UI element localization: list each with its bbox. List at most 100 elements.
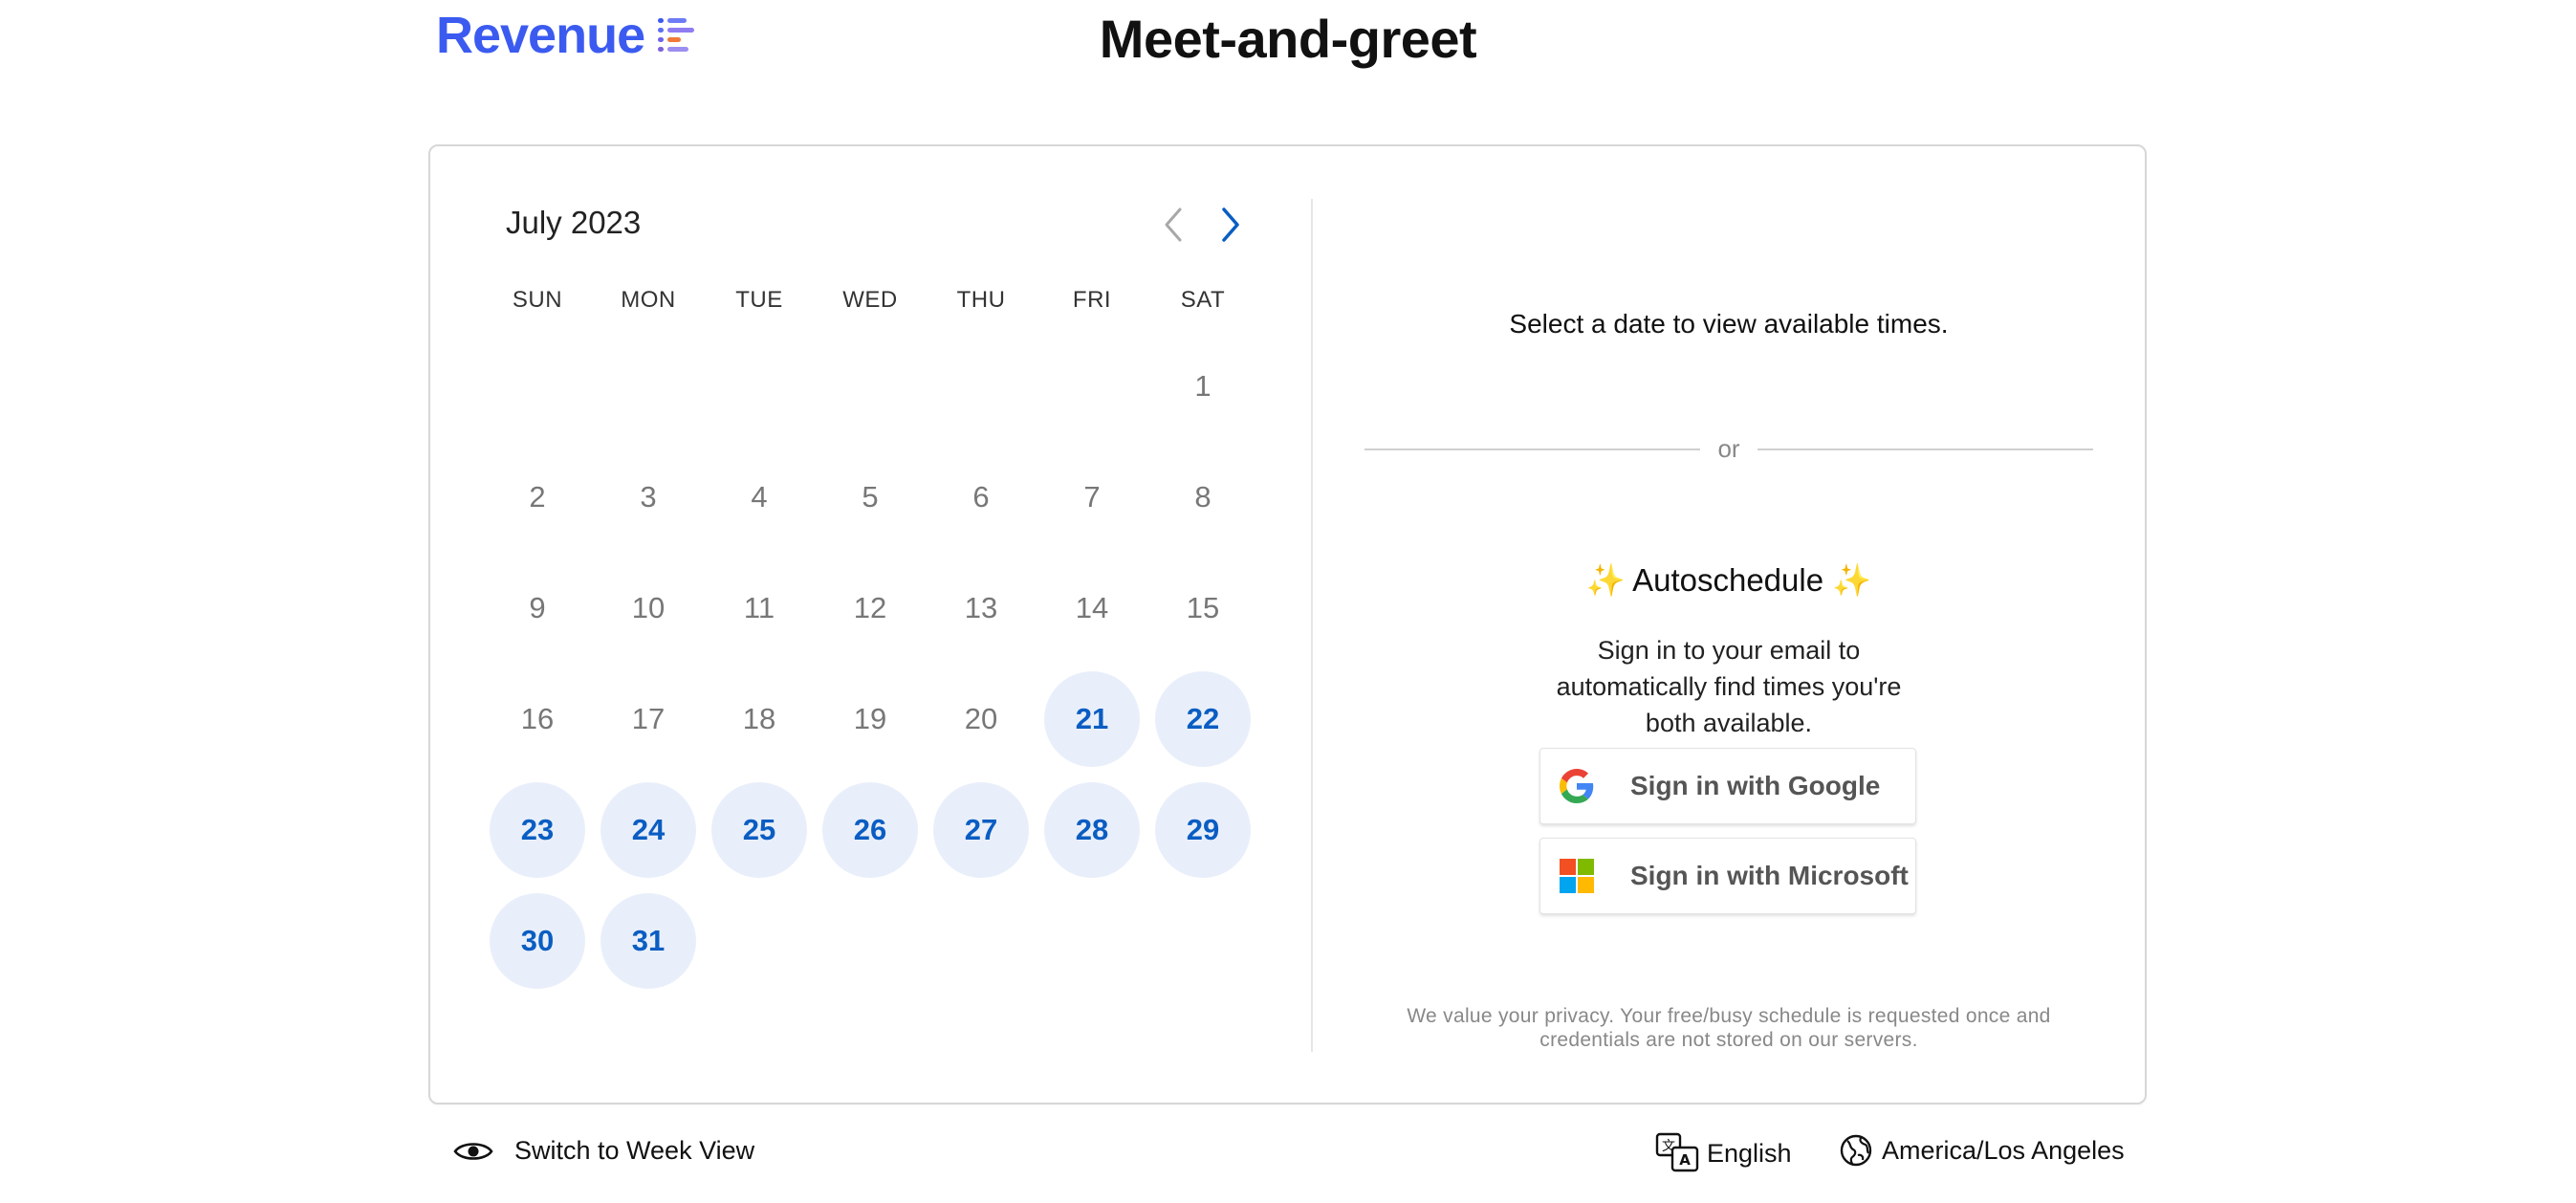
sparkles-icon: ✨ bbox=[1832, 562, 1872, 598]
calendar-day-number[interactable]: 25 bbox=[711, 782, 807, 878]
calendar-day-grid: 1 2 3 4 5 6 7 8 9 10 11 12 13 14 15 16 17 18 19 20 21 22 23 24 2… bbox=[482, 331, 1258, 996]
separator-line-left bbox=[1364, 448, 1701, 450]
calendar-day-number: 18 bbox=[742, 702, 776, 735]
autoschedule-description: Sign in to your email to automatically f… bbox=[1556, 636, 1902, 737]
next-month-button[interactable] bbox=[1207, 201, 1255, 249]
calendar-day-unavailable: 9 bbox=[482, 553, 593, 664]
calendar-day-number: 2 bbox=[529, 480, 546, 514]
privacy-notice: We value your privacy. Your free/busy sc… bbox=[1370, 1004, 2087, 1052]
calendar-day-available[interactable]: 21 bbox=[1037, 664, 1147, 775]
calendar-day-number: 16 bbox=[520, 702, 555, 735]
privacy-line-1: We value your privacy. Your free/busy sc… bbox=[1407, 1005, 2051, 1027]
sign-in-microsoft-button[interactable]: Sign in with Microsoft bbox=[1539, 838, 1916, 914]
calendar-day-unavailable: 10 bbox=[593, 553, 704, 664]
calendar-day-available[interactable]: 31 bbox=[593, 886, 704, 996]
weekday-label: SAT bbox=[1180, 287, 1226, 313]
calendar-day-number: 8 bbox=[1194, 480, 1212, 514]
calendar-day-number: 17 bbox=[631, 702, 666, 735]
calendar-day-number[interactable]: 29 bbox=[1155, 782, 1251, 878]
calendar-day-number[interactable]: 26 bbox=[822, 782, 918, 878]
calendar-day-number: 15 bbox=[1186, 591, 1220, 624]
language-selector[interactable]: 文 A English bbox=[1655, 1132, 1792, 1174]
calendar-day-number[interactable]: 27 bbox=[933, 782, 1029, 878]
calendar-day-number: 14 bbox=[1075, 591, 1109, 624]
weekday-label: WED bbox=[842, 287, 898, 313]
calendar-day-available[interactable]: 28 bbox=[1037, 775, 1147, 886]
weekday-label: SUN bbox=[512, 287, 563, 313]
sign-in-google-button[interactable]: Sign in with Google bbox=[1539, 748, 1916, 824]
calendar-day-available[interactable]: 26 bbox=[815, 775, 926, 886]
calendar-day-unavailable: 17 bbox=[593, 664, 704, 775]
eye-icon bbox=[453, 1142, 493, 1160]
page-title: Meet-and-greet bbox=[1099, 9, 1477, 69]
timezone-label: America/Los Angeles bbox=[1882, 1135, 2125, 1165]
calendar-day-number: 3 bbox=[640, 480, 657, 514]
calendar-day-unavailable: 1 bbox=[1147, 331, 1258, 442]
calendar-day-unavailable: 12 bbox=[815, 553, 926, 664]
autoschedule-title: Autoschedule bbox=[1632, 562, 1824, 598]
calendar-weekday-header: SUN MON TUE WED THU FRI SAT bbox=[482, 287, 1258, 314]
calendar-day-number: 1 bbox=[1194, 369, 1212, 403]
calendar-day-number[interactable]: 21 bbox=[1044, 671, 1140, 767]
calendar-day-unavailable: 5 bbox=[815, 442, 926, 553]
calendar-empty-cell bbox=[926, 331, 1037, 442]
calendar-day-number[interactable]: 24 bbox=[600, 782, 696, 878]
switch-week-view-button[interactable]: Switch to Week View bbox=[453, 1136, 754, 1166]
calendar-day-number: 20 bbox=[964, 702, 998, 735]
calendar-day-number: 7 bbox=[1083, 480, 1101, 514]
calendar-day-number[interactable]: 31 bbox=[600, 893, 696, 989]
calendar-day-available[interactable]: 29 bbox=[1147, 775, 1258, 886]
sign-in-microsoft-label: Sign in with Microsoft bbox=[1630, 861, 1909, 890]
calendar-day-number: 13 bbox=[964, 591, 998, 624]
calendar-day-number: 11 bbox=[743, 591, 775, 624]
calendar-day-number: 19 bbox=[853, 702, 887, 735]
calendar-day-available[interactable]: 23 bbox=[482, 775, 593, 886]
calendar-day-available[interactable]: 30 bbox=[482, 886, 593, 996]
weekday-label: FRI bbox=[1072, 287, 1112, 313]
calendar-day-number[interactable]: 23 bbox=[490, 782, 585, 878]
calendar-day-unavailable: 6 bbox=[926, 442, 1037, 553]
sparkles-icon: ✨ bbox=[1585, 562, 1626, 598]
weekday-label: THU bbox=[956, 287, 1006, 313]
calendar-day-number: 6 bbox=[972, 480, 990, 514]
calendar-day-number: 10 bbox=[631, 591, 666, 624]
calendar-day-unavailable: 3 bbox=[593, 442, 704, 553]
calendar-day-unavailable: 20 bbox=[926, 664, 1037, 775]
or-text: or bbox=[1717, 434, 1740, 463]
chevron-right-icon bbox=[1222, 208, 1239, 242]
calendar-day-number[interactable]: 22 bbox=[1155, 671, 1251, 767]
or-separator: or bbox=[1364, 434, 2093, 464]
calendar-empty-cell bbox=[482, 331, 593, 442]
privacy-line-2: credentials are not stored on our server… bbox=[1539, 1029, 1918, 1051]
calendar-day-unavailable: 8 bbox=[1147, 442, 1258, 553]
calendar-day-unavailable: 11 bbox=[704, 553, 815, 664]
calendar-day-unavailable: 4 bbox=[704, 442, 815, 553]
calendar-day-number[interactable]: 30 bbox=[490, 893, 585, 989]
calendar-empty-cell bbox=[704, 331, 815, 442]
calendar-day-available[interactable]: 24 bbox=[593, 775, 704, 886]
select-date-message: Select a date to view available times. bbox=[1509, 309, 1949, 339]
calendar-month-label: July 2023 bbox=[506, 205, 642, 240]
translate-icon: 文 A bbox=[1655, 1132, 1699, 1172]
chevron-left-icon bbox=[1165, 208, 1182, 242]
svg-text:A: A bbox=[1679, 1151, 1691, 1169]
calendar-day-available[interactable]: 27 bbox=[926, 775, 1037, 886]
calendar-day-unavailable: 2 bbox=[482, 442, 593, 553]
booking-page: Revenue Meet-and-greet July 2023 SUN MON T… bbox=[0, 0, 2576, 1203]
calendar-day-number[interactable]: 28 bbox=[1044, 782, 1140, 878]
calendar-day-unavailable: 14 bbox=[1037, 553, 1147, 664]
calendar-day-available[interactable]: 25 bbox=[704, 775, 815, 886]
calendar-day-number: 5 bbox=[862, 480, 879, 514]
previous-month-button[interactable] bbox=[1149, 201, 1197, 249]
weekday-label: TUE bbox=[735, 287, 783, 313]
autoschedule-heading: ✨ Autoschedule ✨ bbox=[1313, 562, 2145, 600]
calendar-empty-cell bbox=[1037, 331, 1147, 442]
calendar-empty-cell bbox=[593, 331, 704, 442]
switch-week-view-label: Switch to Week View bbox=[514, 1136, 755, 1165]
calendar-empty-cell bbox=[815, 331, 926, 442]
calendar-day-unavailable: 13 bbox=[926, 553, 1037, 664]
calendar-day-number: 4 bbox=[751, 480, 768, 514]
timezone-selector[interactable]: America/Los Angeles bbox=[1840, 1134, 2125, 1167]
calendar-day-available[interactable]: 22 bbox=[1147, 664, 1258, 775]
calendar-day-unavailable: 18 bbox=[704, 664, 815, 775]
